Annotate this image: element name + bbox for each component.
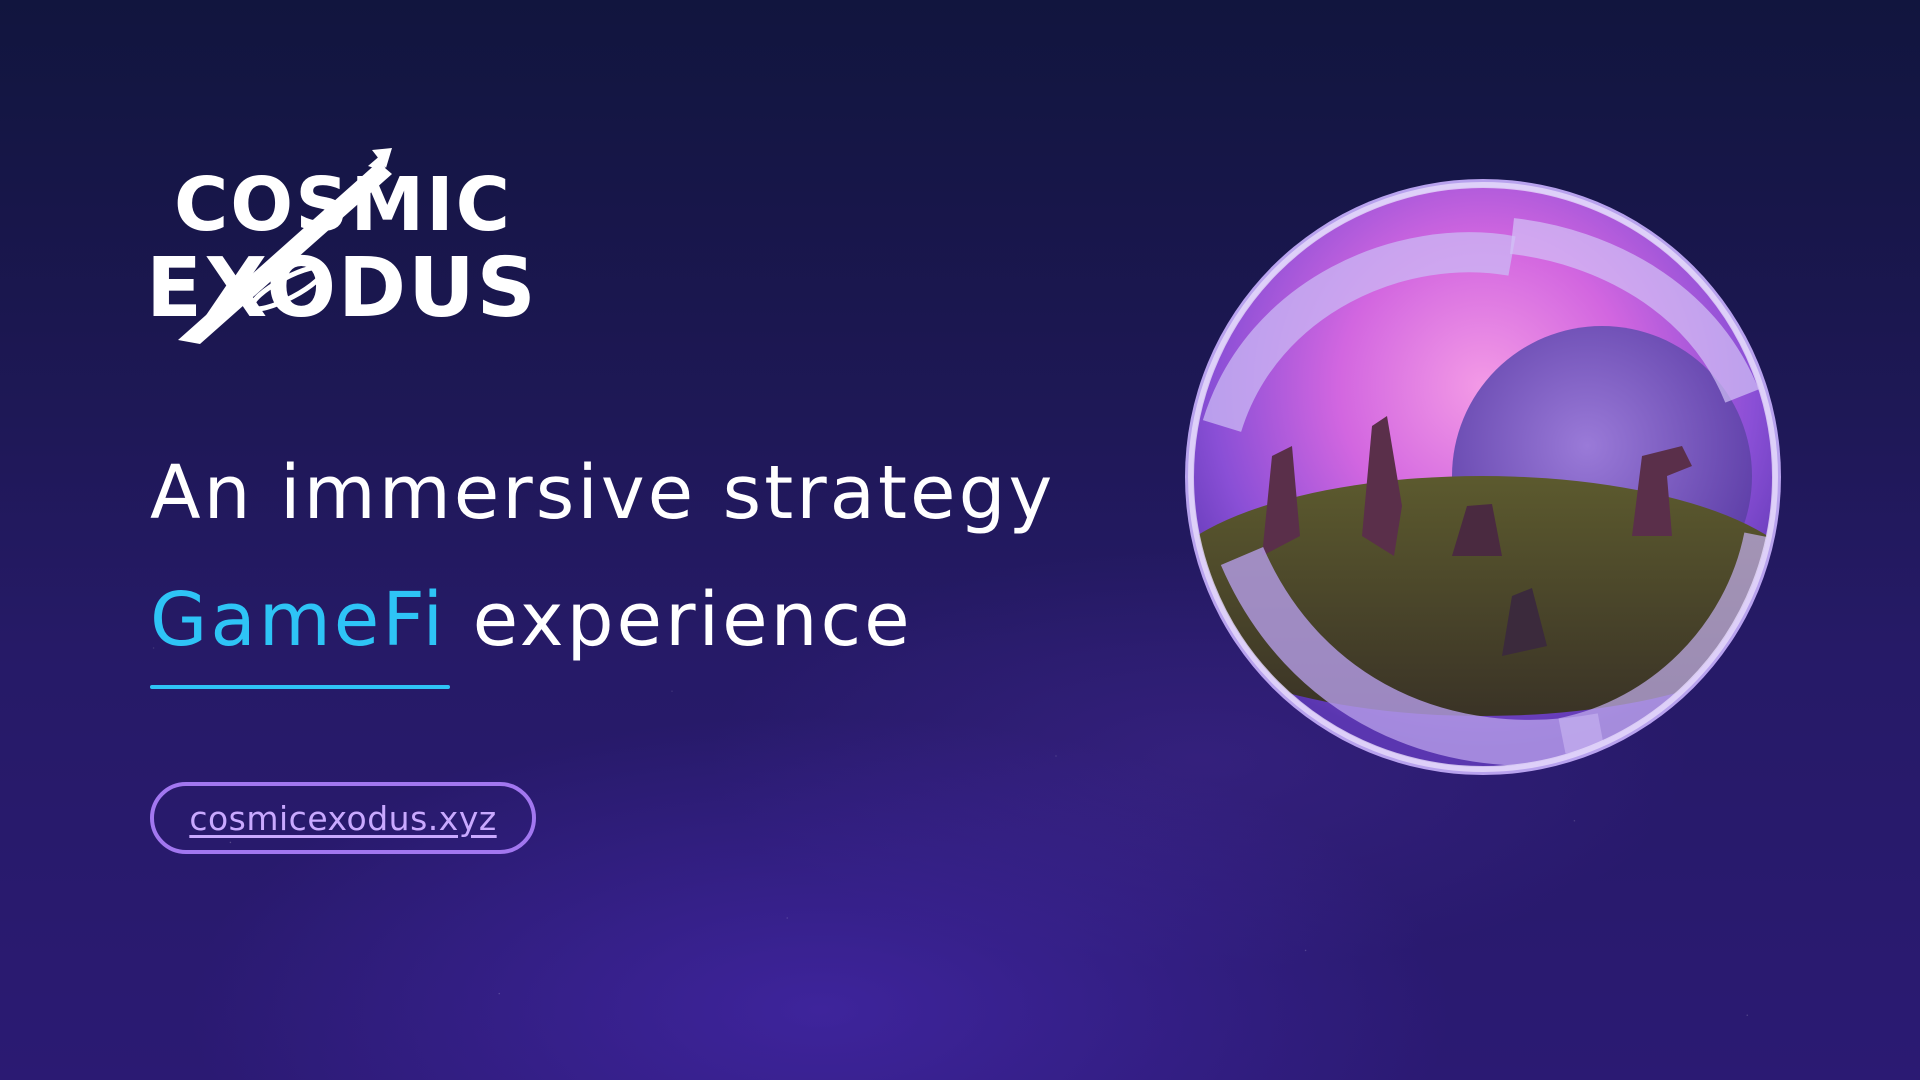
headline-divider <box>150 685 450 689</box>
crystal-orb-landscape <box>1182 176 1784 778</box>
headline-line-1: An immersive strategy <box>150 450 1056 536</box>
logo-line-cosmic: COSMIC <box>174 162 512 248</box>
headline-accent-gamefi: GameFi <box>150 577 447 663</box>
headline: An immersive strategy GameFi experience <box>150 430 1055 684</box>
headline-line-2: GameFi experience <box>150 557 1055 684</box>
cosmic-exodus-logo: COSMIC EXODUS <box>146 148 566 344</box>
headline-line-2-rest: experience <box>446 577 913 663</box>
logo-line-exodus: EXODUS <box>146 241 538 336</box>
website-link-button[interactable]: cosmicexodus.xyz <box>150 782 536 854</box>
logo-graphic: COSMIC EXODUS <box>146 148 538 344</box>
orb-illustration <box>1185 179 1781 775</box>
